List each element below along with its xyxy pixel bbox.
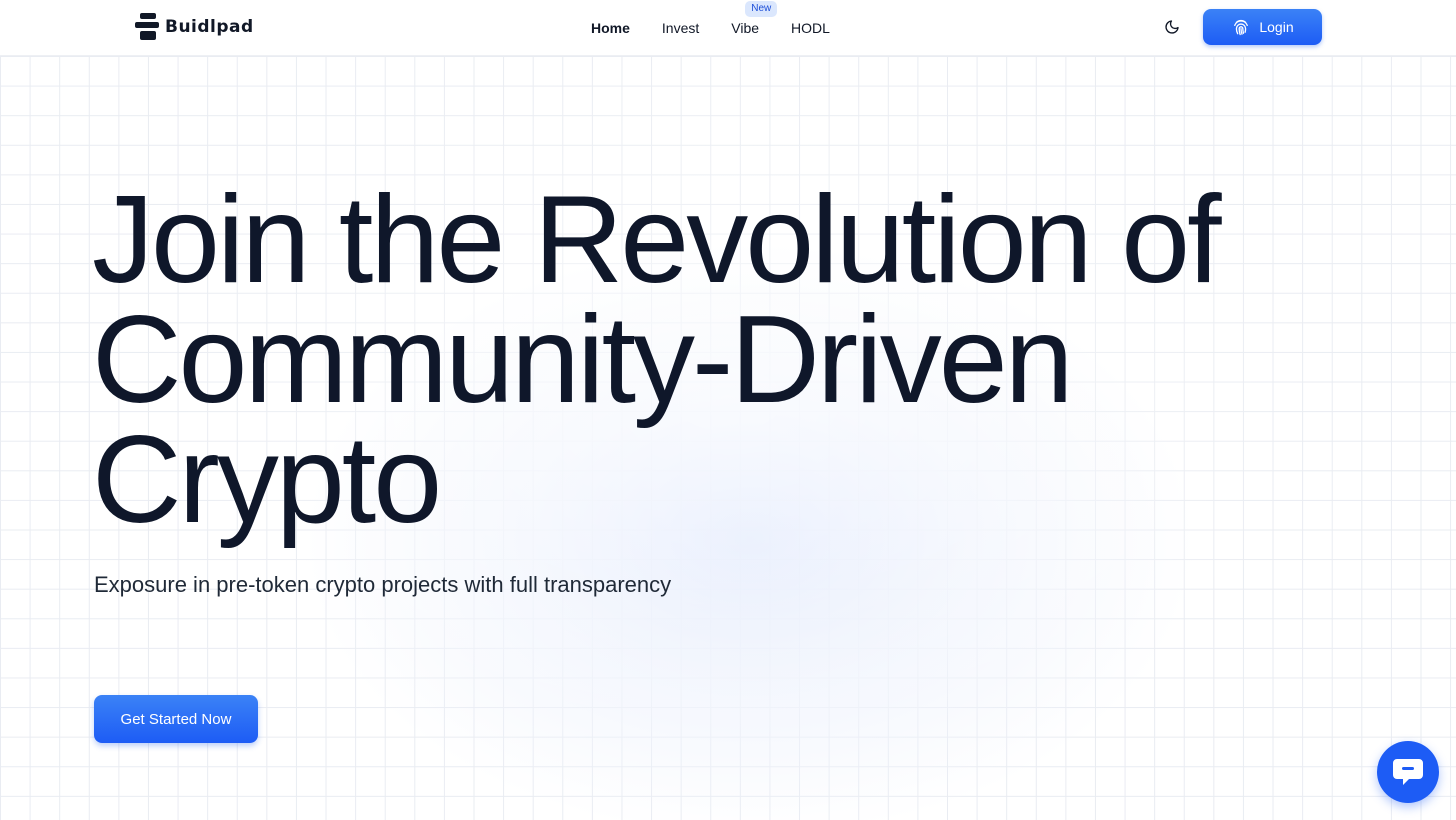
top-header: Buidlpad Home Invest New Vibe HODL Login xyxy=(0,0,1456,56)
hero-title: Join the Revolution of Community-Driven … xyxy=(92,171,1292,549)
brand-name: Buidlpad xyxy=(165,17,254,37)
brand-logo[interactable]: Buidlpad xyxy=(135,13,254,41)
nav-item-hodl[interactable]: HODL xyxy=(791,20,830,36)
theme-toggle-button[interactable] xyxy=(1160,15,1184,39)
nav-item-label: Invest xyxy=(661,20,700,36)
get-started-label: Get Started Now xyxy=(120,710,232,728)
nav-item-label: HODL xyxy=(791,20,830,36)
nav-item-label: Vibe xyxy=(731,20,760,36)
nav-item-label: Home xyxy=(591,20,630,36)
logo-icon xyxy=(135,13,159,41)
nav-item-invest[interactable]: Invest xyxy=(662,20,699,36)
login-button[interactable]: Login xyxy=(1203,9,1322,45)
new-badge: New xyxy=(745,1,778,17)
chat-button[interactable] xyxy=(1377,741,1439,803)
page: Buidlpad Home Invest New Vibe HODL Login… xyxy=(0,0,1456,820)
chat-bubble-icon xyxy=(1393,759,1423,785)
hero-title-line-1: Join the Revolution of xyxy=(92,171,1222,309)
nav-item-home[interactable]: Home xyxy=(591,20,630,36)
get-started-button[interactable]: Get Started Now xyxy=(94,695,258,743)
hero-subtitle: Exposure in pre-token crypto projects wi… xyxy=(94,572,672,597)
moon-icon xyxy=(1165,20,1179,34)
fingerprint-icon xyxy=(1234,20,1249,36)
login-label: Login xyxy=(1259,19,1294,35)
main-nav: Home Invest New Vibe HODL xyxy=(591,0,862,56)
hero-title-line-2: Community-Driven xyxy=(92,291,1074,429)
nav-item-vibe[interactable]: New Vibe xyxy=(731,1,778,36)
hero-title-line-3: Crypto xyxy=(92,411,442,549)
